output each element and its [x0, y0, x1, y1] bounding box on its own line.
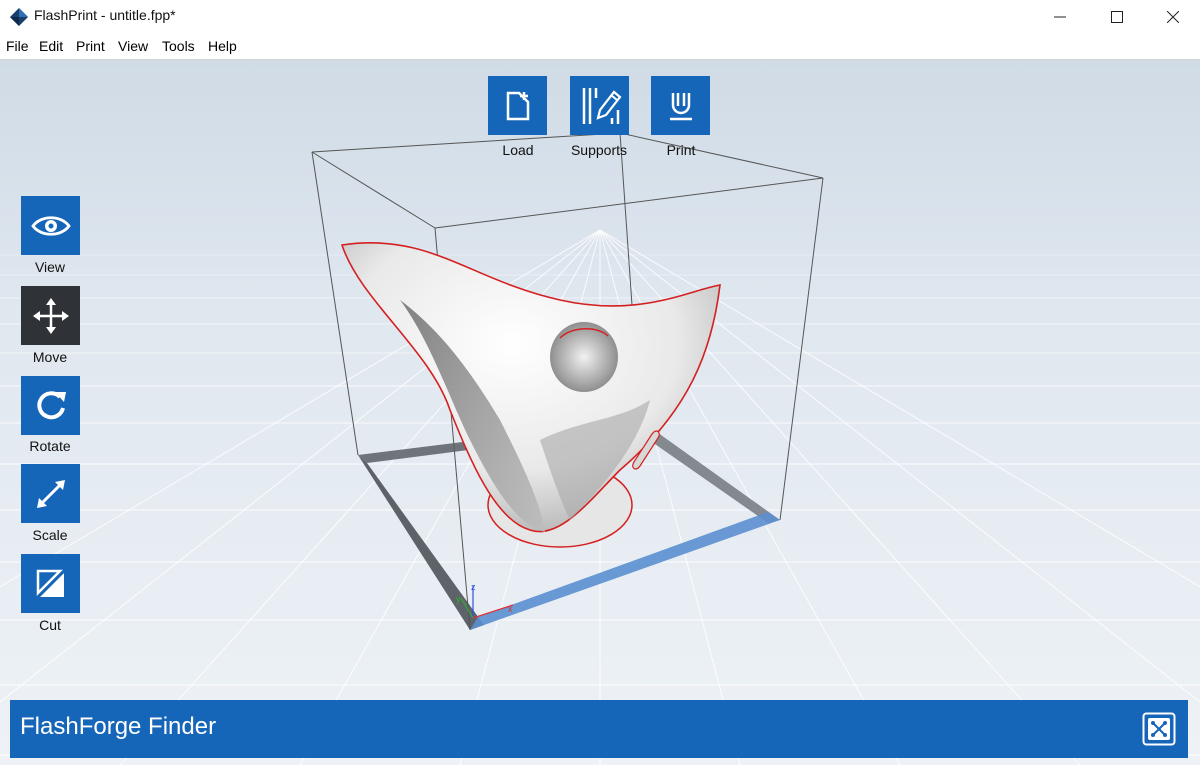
view-label: View — [34, 259, 66, 275]
cut-label: Cut — [39, 617, 61, 633]
load-button[interactable] — [488, 76, 547, 135]
flashprint-logo-icon — [10, 8, 28, 26]
cut-button[interactable] — [21, 554, 80, 613]
connect-printer-icon — [1142, 712, 1176, 746]
scale-label: Scale — [32, 527, 68, 543]
move-label: Move — [32, 349, 68, 365]
cut-icon — [34, 567, 67, 600]
eye-icon — [30, 215, 71, 236]
print-label: Print — [666, 142, 696, 158]
supports-label: Supports — [570, 142, 628, 158]
supports-button[interactable] — [570, 76, 629, 135]
z-axis-label: z — [471, 582, 476, 592]
print-icon — [669, 92, 692, 120]
scale-button[interactable] — [21, 464, 80, 523]
maximize-button[interactable] — [1089, 0, 1145, 34]
move-icon — [32, 297, 69, 334]
menu-tools[interactable]: Tools — [162, 38, 195, 54]
load-label: Load — [502, 142, 534, 158]
move-button[interactable] — [21, 286, 80, 345]
scale-icon — [36, 479, 65, 508]
close-icon — [1167, 11, 1179, 23]
window-title: FlashPrint - untitle.fpp* — [34, 7, 176, 23]
load-icon — [506, 91, 529, 120]
minimize-button[interactable] — [1032, 0, 1088, 34]
close-button[interactable] — [1145, 0, 1200, 34]
x-axis-label: x — [508, 604, 513, 614]
y-axis-label: y — [456, 594, 461, 604]
maximize-icon — [1111, 11, 1123, 23]
menu-bar: File Edit Print View Tools Help — [0, 34, 1200, 60]
menu-help[interactable]: Help — [208, 38, 237, 54]
menu-view[interactable]: View — [118, 38, 148, 54]
view-button[interactable] — [21, 196, 80, 255]
printer-name: FlashForge Finder — [20, 713, 217, 740]
rotate-icon — [36, 390, 66, 419]
printer-status-bar: FlashForge Finder — [10, 700, 1188, 758]
connect-printer-button[interactable] — [1142, 712, 1176, 746]
title-bar: FlashPrint - untitle.fpp* — [0, 0, 1200, 34]
rotate-label: Rotate — [29, 438, 71, 454]
supports-icon — [582, 87, 622, 124]
menu-file[interactable]: File — [6, 38, 29, 54]
minimize-icon — [1054, 16, 1066, 18]
menu-print[interactable]: Print — [76, 38, 105, 54]
rotate-button[interactable] — [21, 376, 80, 435]
print-button[interactable] — [651, 76, 710, 135]
scene-canvas: x z y — [0, 60, 1200, 765]
3d-viewport[interactable]: x z y Load Supports Print View Move Rota… — [0, 60, 1200, 765]
menu-edit[interactable]: Edit — [39, 38, 63, 54]
